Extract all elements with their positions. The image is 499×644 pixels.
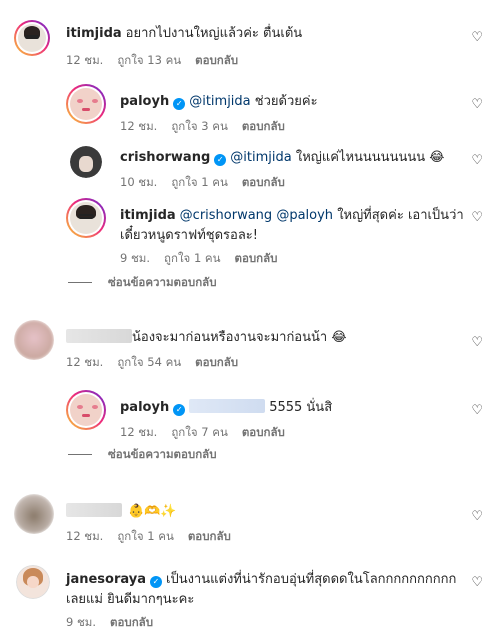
heart-outline-icon[interactable]: ♡ bbox=[471, 211, 483, 225]
heart-outline-icon[interactable]: ♡ bbox=[471, 31, 483, 45]
like-count[interactable]: ถูกใจ 1 คน bbox=[117, 529, 173, 543]
avatar[interactable] bbox=[66, 84, 106, 124]
heart-outline-icon[interactable]: ♡ bbox=[471, 98, 483, 112]
heart-outline-icon[interactable]: ♡ bbox=[471, 154, 483, 168]
reply-button[interactable]: ตอบกลับ bbox=[242, 175, 285, 189]
reply-button[interactable]: ตอบกลับ bbox=[234, 251, 277, 265]
hide-replies-button[interactable]: ซ่อนข้อความตอบกลับ bbox=[68, 446, 217, 462]
comment-text: ช่วยด้วยค่ะ bbox=[254, 94, 318, 109]
reply-button[interactable]: ตอบกลับ bbox=[110, 615, 153, 629]
reply-button[interactable]: ตอบกลับ bbox=[195, 53, 238, 67]
verified-badge-icon: ✓ bbox=[150, 576, 162, 588]
verified-badge-icon: ✓ bbox=[173, 404, 186, 416]
username[interactable]: crishorwang bbox=[120, 150, 210, 165]
comment-text: น้องจะมาก่อนหรืองานจะมาก่อนน้า 😂 bbox=[132, 330, 347, 345]
hide-replies-label[interactable]: ซ่อนข้อความตอบกลับ bbox=[108, 446, 217, 462]
mention-link[interactable]: @itimjida bbox=[230, 150, 291, 165]
blurred-username[interactable] bbox=[66, 503, 122, 517]
heart-outline-icon[interactable]: ♡ bbox=[471, 404, 483, 418]
mention-link[interactable]: @itimjida bbox=[189, 94, 250, 109]
reply-button[interactable]: ตอบกลับ bbox=[195, 355, 238, 369]
mention-link[interactable]: @crishorwang bbox=[180, 208, 273, 223]
divider-line bbox=[68, 281, 92, 283]
like-count[interactable]: ถูกใจ 54 คน bbox=[117, 355, 181, 369]
timestamp[interactable]: 12 ชม. bbox=[66, 53, 103, 67]
username[interactable]: paloyh bbox=[120, 94, 169, 109]
avatar[interactable] bbox=[70, 146, 102, 178]
verified-badge-icon: ✓ bbox=[173, 98, 186, 110]
divider-line bbox=[68, 453, 92, 455]
timestamp[interactable]: 12 ชม. bbox=[120, 425, 157, 439]
timestamp[interactable]: 12 ชม. bbox=[66, 529, 103, 543]
blurred-username[interactable] bbox=[66, 329, 132, 343]
timestamp[interactable]: 12 ชม. bbox=[66, 355, 103, 369]
heart-outline-icon[interactable]: ♡ bbox=[471, 510, 483, 524]
comment-emoji-text: 👶🫶✨ bbox=[128, 504, 177, 519]
avatar[interactable] bbox=[14, 20, 50, 56]
avatar[interactable] bbox=[66, 390, 106, 430]
avatar[interactable] bbox=[14, 494, 54, 534]
timestamp[interactable]: 12 ชม. bbox=[120, 119, 157, 133]
timestamp[interactable]: 9 ชม. bbox=[66, 615, 96, 629]
reply-button[interactable]: ตอบกลับ bbox=[188, 529, 231, 543]
blurred-mention[interactable] bbox=[189, 399, 266, 413]
comment-text-line2: เลยแม่ ยินดีมากๆนะคะ bbox=[66, 592, 195, 607]
like-count[interactable]: ถูกใจ 3 คน bbox=[171, 119, 227, 133]
avatar[interactable] bbox=[14, 320, 54, 360]
like-count[interactable]: ถูกใจ 1 คน bbox=[164, 251, 220, 265]
username[interactable]: janesoraya bbox=[66, 572, 146, 587]
avatar[interactable] bbox=[66, 198, 106, 238]
username[interactable]: itimjida bbox=[66, 26, 122, 41]
like-count[interactable]: ถูกใจ 7 คน bbox=[171, 425, 227, 439]
like-count[interactable]: ถูกใจ 1 คน bbox=[171, 175, 227, 189]
verified-badge-icon: ✓ bbox=[214, 154, 227, 166]
comment-text: ใหญ่ที่สุดค่ะ เอาเป็นว่า bbox=[337, 208, 464, 223]
hide-replies-button[interactable]: ซ่อนข้อความตอบกลับ bbox=[68, 274, 217, 290]
comment-text: ใหญ่แค่ไหนนนนนนนน 😂 bbox=[295, 150, 445, 165]
heart-outline-icon[interactable]: ♡ bbox=[471, 336, 483, 350]
reply-button[interactable]: ตอบกลับ bbox=[242, 425, 285, 439]
avatar[interactable] bbox=[16, 565, 50, 599]
mention-link[interactable]: @paloyh bbox=[276, 208, 333, 223]
heart-outline-icon[interactable]: ♡ bbox=[471, 576, 483, 590]
reply-button[interactable]: ตอบกลับ bbox=[242, 119, 285, 133]
comment-text: อยากไปงานใหญ่แล้วค่ะ ตื่นเต้น bbox=[125, 26, 303, 41]
timestamp[interactable]: 10 ชม. bbox=[120, 175, 157, 189]
like-count[interactable]: ถูกใจ 13 คน bbox=[117, 53, 181, 67]
timestamp[interactable]: 9 ชม. bbox=[120, 251, 150, 265]
comment-text: 5555 นั่นสิ bbox=[269, 400, 333, 415]
comment-text: เป็นงานแต่งที่น่ารักอบอุ่นที่สุดดดในโลกก… bbox=[166, 572, 457, 587]
comment-text-line2: เดี๋ยวหนูดราฟท์ชุดรอละ! bbox=[120, 228, 258, 243]
hide-replies-label[interactable]: ซ่อนข้อความตอบกลับ bbox=[108, 274, 217, 290]
username[interactable]: paloyh bbox=[120, 400, 169, 415]
username[interactable]: itimjida bbox=[120, 208, 176, 223]
